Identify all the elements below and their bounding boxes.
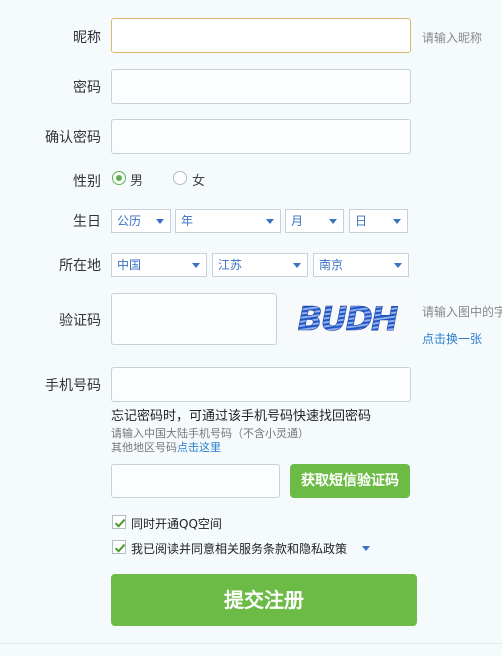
location-city-select[interactable]: 南京 [313,253,409,277]
submit-register-button[interactable]: 提交注册 [111,574,417,626]
gender-male-label[interactable]: 男 [130,170,143,189]
get-sms-code-button[interactable]: 获取短信验证码 [290,464,410,498]
chevron-down-icon [393,219,401,224]
check-icon [114,543,126,553]
birthday-day-select[interactable]: 日 [349,209,408,233]
birthday-month-value: 月 [291,214,304,228]
phone-other-region-link[interactable]: 点击这里 [177,441,221,454]
captcha-refresh-link[interactable]: 点击换一张 [422,330,482,347]
gender-female-label[interactable]: 女 [192,170,205,189]
open-qzone-label[interactable]: 同时开通QQ空间 [131,515,222,532]
location-country-value: 中国 [117,258,142,272]
open-qzone-checkbox[interactable] [112,515,126,529]
gender-label: 性别 [73,174,101,190]
captcha-image[interactable]: BUDH [283,293,411,345]
birthday-year-value: 年 [181,214,194,228]
agree-terms-label[interactable]: 我已阅读并同意相关服务条款和隐私政策 [131,540,347,557]
nickname-label: 昵称 [73,30,101,46]
location-province-value: 江苏 [218,258,243,272]
phone-other-region: 其他地区号码点击这里 [111,439,221,455]
bottom-divider [0,643,502,644]
birthday-day-value: 日 [355,214,368,228]
confirm-password-input[interactable] [111,119,411,154]
chevron-down-icon [394,263,402,268]
terms-dropdown-icon[interactable] [362,546,370,551]
sms-code-input[interactable] [111,464,280,498]
phone-other-region-prefix: 其他地区号码 [111,441,177,454]
birthday-month-select[interactable]: 月 [285,209,344,233]
location-label: 所在地 [59,258,101,274]
gender-female-radio[interactable] [173,171,187,185]
password-label: 密码 [73,80,101,96]
birthday-label: 生日 [73,214,101,230]
captcha-pattern: BUDH [283,293,411,345]
chevron-down-icon [293,263,301,268]
password-input[interactable] [111,69,411,104]
captcha-hint: 请输入图中的字 [422,305,502,319]
chevron-down-icon [192,263,200,268]
phone-input[interactable] [111,367,411,402]
birthday-calendar-select[interactable]: 公历 [111,209,171,233]
captcha-input[interactable] [111,293,277,345]
chevron-down-icon [266,219,274,224]
birthday-year-select[interactable]: 年 [175,209,281,233]
captcha-text: BUDH [298,299,398,338]
check-icon [114,518,126,528]
location-province-select[interactable]: 江苏 [212,253,308,277]
captcha-label: 验证码 [59,313,101,329]
phone-forgot-note: 忘记密码时，可通过该手机号码快速找回密码 [111,409,372,424]
chevron-down-icon [329,219,337,224]
birthday-calendar-value: 公历 [117,214,142,228]
gender-male-radio[interactable] [112,171,126,185]
agree-terms-checkbox[interactable] [112,540,126,554]
location-city-value: 南京 [319,258,344,272]
location-country-select[interactable]: 中国 [111,253,207,277]
confirm-password-label: 确认密码 [45,130,101,146]
chevron-down-icon [156,219,164,224]
nickname-input[interactable] [111,18,411,53]
phone-label: 手机号码 [45,378,101,394]
nickname-hint: 请输入昵称 [422,31,483,45]
